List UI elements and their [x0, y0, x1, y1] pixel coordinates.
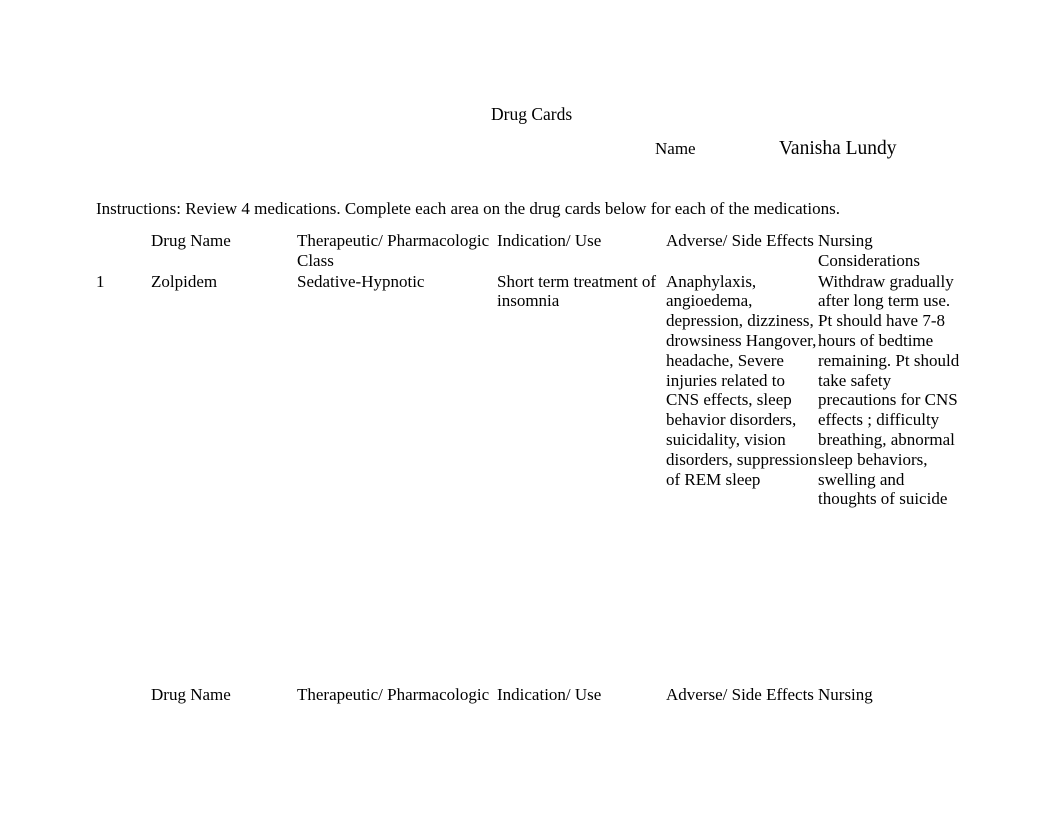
- header-drug-name: Drug Name: [151, 231, 231, 250]
- cell-drug-name: Zolpidem: [151, 271, 218, 291]
- drug-cards-table-continued: Drug Name Therapeutic/ Pharmacologic Ind…: [96, 685, 966, 705]
- cell-adverse: Anaphylaxis, angioedema, depression, diz…: [666, 271, 818, 489]
- cell-number: 1: [96, 271, 105, 291]
- spacer-cell: [497, 509, 666, 669]
- table-header-row: Drug Name Therapeutic/ Pharmacologic Cla…: [96, 231, 966, 271]
- header-number-continued: [96, 685, 151, 705]
- spacer-cell: [666, 509, 818, 669]
- instructions-text: Instructions: Review 4 medications. Comp…: [96, 199, 840, 218]
- cell-class: Sedative-Hypnotic: [297, 271, 425, 291]
- header-indication-continued: Indication/ Use: [497, 685, 602, 704]
- page-title: Drug Cards: [491, 104, 573, 124]
- table-row: 1 Zolpidem Sedative-Hypnotic Short term …: [96, 271, 966, 510]
- header-nursing-continued: Nursing: [818, 685, 873, 704]
- header-nursing: Nursing Considerations: [818, 231, 920, 270]
- header-class-continued: Therapeutic/ Pharmacologic: [297, 685, 490, 704]
- spacer-cell: [818, 509, 966, 669]
- table-header-row-continued: Drug Name Therapeutic/ Pharmacologic Ind…: [96, 685, 966, 705]
- spacer-cell: [297, 509, 497, 669]
- header-number: [96, 231, 151, 271]
- header-adverse: Adverse/ Side Effects: [666, 231, 814, 250]
- table-row-spacer: [96, 509, 966, 669]
- cell-nursing: Withdraw gradually after long term use. …: [818, 271, 960, 509]
- spacer-cell: [96, 509, 151, 669]
- name-value: Vanisha Lundy: [779, 138, 897, 159]
- document-page: Drug Cards Name Vanisha Lundy Instructio…: [0, 0, 1062, 822]
- header-adverse-continued: Adverse/ Side Effects: [666, 685, 814, 704]
- spacer-cell: [151, 509, 297, 669]
- header-class: Therapeutic/ Pharmacologic Class: [297, 231, 490, 270]
- cell-indication: Short term treatment of insomnia: [497, 271, 657, 311]
- drug-cards-table: Drug Name Therapeutic/ Pharmacologic Cla…: [96, 231, 966, 669]
- name-label: Name: [655, 139, 696, 158]
- header-drug-name-continued: Drug Name: [151, 685, 231, 704]
- header-indication: Indication/ Use: [497, 231, 602, 250]
